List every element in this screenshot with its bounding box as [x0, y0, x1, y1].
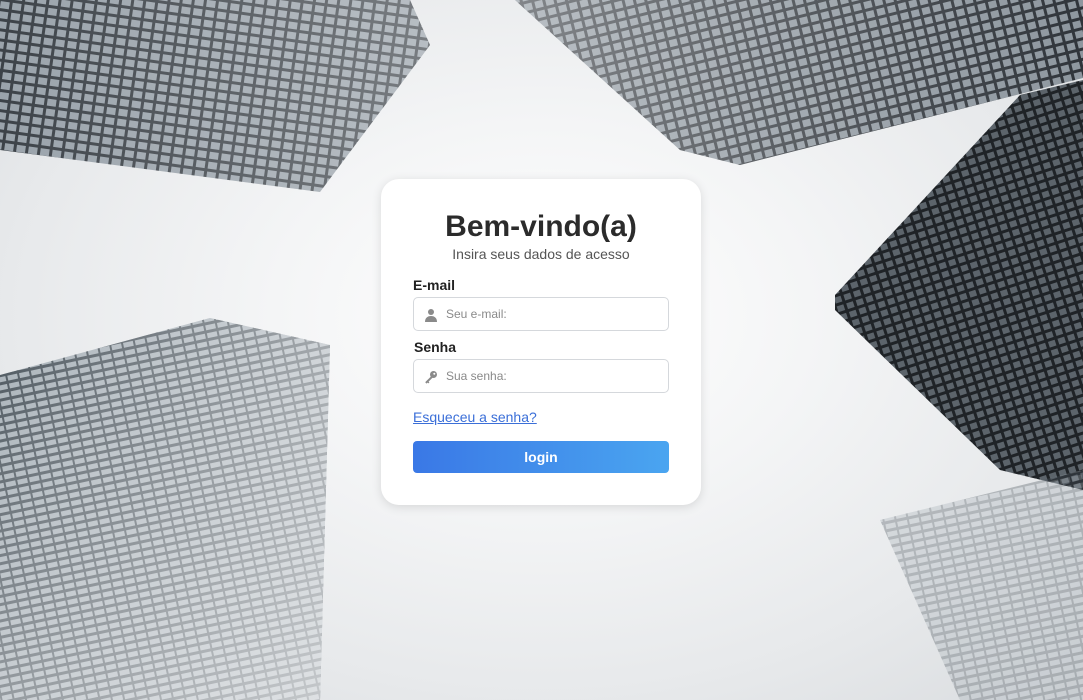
login-page: Bem-vindo(a) Insira seus dados de acesso…	[0, 0, 1083, 700]
password-field[interactable]	[413, 359, 669, 393]
login-button[interactable]: login	[413, 441, 669, 473]
email-label: E-mail	[413, 277, 456, 293]
email-input[interactable]	[446, 298, 664, 330]
key-icon	[425, 371, 437, 384]
page-title: Bem-vindo(a)	[445, 210, 637, 243]
password-input[interactable]	[446, 360, 664, 392]
user-icon	[425, 309, 437, 322]
login-card: Bem-vindo(a) Insira seus dados de acesso…	[381, 179, 701, 505]
page-subtitle: Insira seus dados de acesso	[452, 246, 630, 262]
password-label: Senha	[414, 339, 457, 355]
forgot-password-link[interactable]: Esqueceu a senha?	[413, 409, 537, 425]
email-field[interactable]	[413, 297, 669, 331]
